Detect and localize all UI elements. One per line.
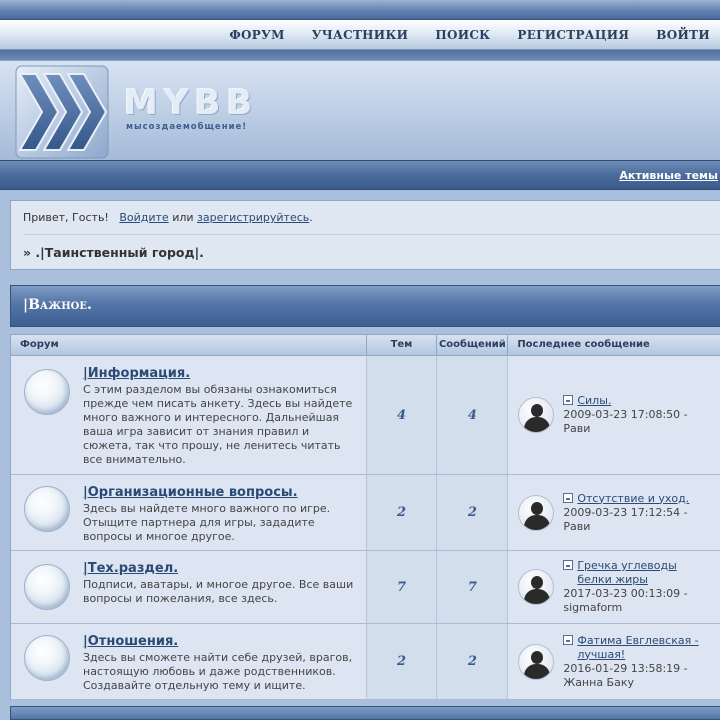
last-post-info: Гречка углеводы белки жиры 2017-03-23 00… [563, 559, 707, 615]
forum-description: С этим разделом вы обязаны ознакомиться … [83, 383, 353, 466]
user-avatar-icon [518, 643, 555, 680]
forum-description: Подписи, аватары, и многое другое. Все в… [83, 578, 354, 605]
nav-search[interactable]: ПОИСК [435, 28, 490, 42]
posts-count: 4 [437, 356, 509, 474]
breadcrumb: » .|Таинственный город|. [23, 245, 204, 260]
posts-count: 2 [437, 475, 509, 550]
topics-count: 2 [366, 624, 438, 699]
category-title[interactable]: |Важное. [23, 297, 92, 313]
header-forum: Форум [11, 335, 367, 355]
welcome-divider [23, 234, 720, 235]
forum-cell: |Тех.раздел. Подписи, аватары, и многое … [11, 551, 367, 623]
last-post-link[interactable]: Силы. [577, 394, 611, 407]
header-last-post: Последнее сообщение [517, 339, 650, 350]
top-strip [0, 0, 720, 20]
last-post-cell: Силы. 2009-03-23 17:08:50 - Рави [508, 356, 720, 474]
user-avatar-icon [518, 569, 555, 605]
forum-cell: |Организационные вопросы. Здесь вы найде… [11, 475, 367, 550]
forum-status-icon [24, 564, 70, 610]
forum-title-link[interactable]: |Информация. [83, 366, 358, 381]
greeting-line: Привет, Гость! Войдите или зарегистрируй… [23, 211, 313, 224]
forum-description: Здесь вы сможете найти себе друзей, враг… [83, 651, 353, 692]
forum-cell: |Информация. С этим разделом вы обязаны … [11, 356, 367, 474]
site-header: MYBB мысоздаемобщение! [0, 60, 720, 160]
user-avatar-icon [518, 397, 555, 433]
forum-status-icon [24, 635, 70, 681]
welcome-box: Привет, Гость! Войдите или зарегистрируй… [10, 200, 720, 270]
last-post-link[interactable]: Гречка углеводы белки жиры [577, 559, 707, 587]
last-post-info: Отсутствие и уход. 2009-03-23 17:12:54 -… [563, 492, 689, 534]
forum-title-link[interactable]: |Тех.раздел. [83, 561, 358, 576]
greeting-text: Привет, Гость! [23, 211, 109, 224]
next-category-header [10, 706, 720, 720]
last-post-cell: Отсутствие и уход. 2009-03-23 17:12:54 -… [508, 475, 720, 550]
register-link[interactable]: зарегистрируйтесь [197, 211, 309, 224]
topics-count: 2 [366, 475, 438, 550]
last-post-date: 2009-03-23 17:08:50 - [563, 408, 688, 421]
main-nav: ФОРУМ УЧАСТНИКИ ПОИСК РЕГИСТРАЦИЯ ВОЙТИ [0, 20, 720, 50]
header-posts: Сообщений [437, 335, 509, 355]
last-post-date: 2016-01-29 13:58:19 - [563, 661, 688, 675]
post-icon [563, 395, 574, 405]
forum-title-link[interactable]: |Отношения. [83, 634, 358, 649]
forum-status-icon [24, 486, 70, 532]
last-post-cell: Фатима Евглевская - лучшая! 2016-01-29 1… [508, 624, 720, 699]
nav-register[interactable]: РЕГИСТРАЦИЯ [517, 28, 629, 42]
forum-row: |Отношения. Здесь вы сможете найти себе … [11, 624, 720, 700]
last-post-cell: Гречка углеводы белки жиры 2017-03-23 00… [508, 551, 720, 623]
user-avatar-icon [518, 494, 555, 531]
last-post-link[interactable]: Отсутствие и уход. [577, 492, 689, 505]
sub-bar: Активные темы [0, 160, 720, 190]
nav-login[interactable]: ВОЙТИ [656, 28, 710, 42]
last-post-author: Рави [563, 519, 591, 533]
posts-count: 7 [437, 551, 509, 623]
nav-divider [0, 50, 720, 60]
forum-row: |Информация. С этим разделом вы обязаны … [11, 356, 720, 475]
post-icon [563, 560, 574, 570]
last-post-date: 2009-03-23 17:12:54 - [563, 505, 688, 519]
header-topics: Тем [367, 335, 438, 355]
login-link[interactable]: Войдите [119, 211, 168, 224]
topics-count: 7 [366, 551, 438, 623]
logo-slogan: мысоздаемобщение! [126, 122, 248, 132]
table-header: Форум Тем Сообщений Последнее сообщение [11, 334, 720, 356]
forum-cell: |Отношения. Здесь вы сможете найти себе … [11, 624, 367, 699]
forum-row: |Организационные вопросы. Здесь вы найде… [11, 475, 720, 551]
logo-title: MYBB [124, 83, 259, 123]
or-text: или [172, 211, 194, 224]
nav-members[interactable]: УЧАСТНИКИ [312, 28, 409, 42]
last-post-info: Фатима Евглевская - лучшая! 2016-01-29 1… [563, 634, 717, 690]
last-post-link[interactable]: Фатима Евглевская - лучшая! [577, 634, 717, 662]
post-icon [563, 492, 574, 503]
forum-description: Здесь вы найдете много важного по игре. … [83, 502, 331, 543]
last-post-author: Жанна Баку [563, 675, 634, 689]
last-post-date: 2017-03-23 00:13:09 - [563, 587, 688, 600]
forum-status-icon [24, 369, 70, 415]
last-post-info: Силы. 2009-03-23 17:08:50 - Рави [563, 394, 688, 436]
logo-chevrons-icon[interactable] [14, 64, 110, 160]
last-post-author: sigmaform [563, 601, 623, 614]
posts-count: 2 [437, 624, 509, 699]
last-post-author: Рави [563, 422, 591, 435]
period-text: . [309, 211, 313, 224]
category-header: |Важное. [10, 285, 720, 327]
nav-forum[interactable]: ФОРУМ [229, 28, 284, 42]
forum-title-link[interactable]: |Организационные вопросы. [83, 485, 358, 500]
post-icon [563, 634, 574, 645]
topics-count: 4 [366, 356, 438, 474]
forum-table: Форум Тем Сообщений Последнее сообщение … [10, 334, 720, 700]
forum-row: |Тех.раздел. Подписи, аватары, и многое … [11, 551, 720, 624]
active-topics-link[interactable]: Активные темы [619, 169, 718, 182]
